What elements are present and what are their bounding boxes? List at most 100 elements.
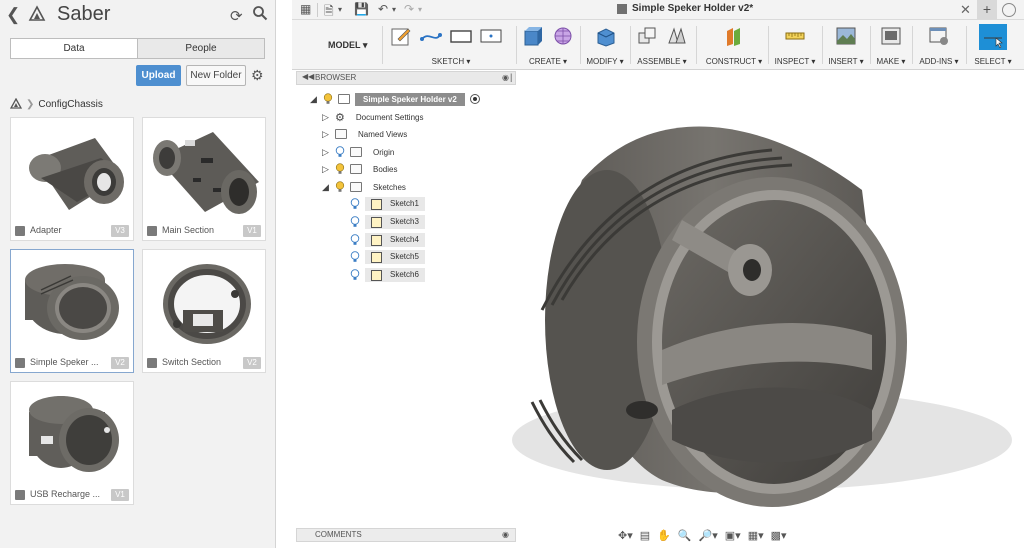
look-at-icon[interactable]: ▤ — [640, 529, 650, 542]
save-icon[interactable]: 💾 — [354, 2, 369, 16]
modify-group[interactable]: MODIFY ▾ — [586, 24, 624, 68]
chevron-down-icon[interactable]: ▾ — [418, 5, 422, 14]
comments-bar[interactable]: COMMENTS ◉ — [296, 528, 516, 542]
visibility-bulb-off-icon[interactable] — [350, 251, 360, 263]
file-card-adapter[interactable]: Adapter V3 — [10, 117, 134, 241]
browser-header[interactable]: ◀◀ BROWSER ◉ | — [296, 71, 516, 85]
joint-icon[interactable] — [664, 24, 690, 48]
grid-settings-icon[interactable]: ▦▾ — [748, 529, 764, 542]
tree-root[interactable]: ◢ Simple Speker Holder v2 — [310, 91, 480, 107]
make-group[interactable]: MAKE ▾ — [874, 24, 908, 68]
tree-item-named-views[interactable]: ▷ Named Views — [322, 126, 407, 142]
sketch-dimension-icon[interactable] — [478, 24, 504, 48]
form-icon[interactable] — [550, 24, 576, 48]
folder-icon — [335, 129, 347, 139]
expanded-arrow-icon[interactable]: ◢ — [310, 94, 318, 105]
3d-model-viewport[interactable] — [432, 110, 1012, 520]
pin-icon[interactable]: ◉ — [502, 530, 509, 539]
visibility-bulb-off-icon[interactable] — [350, 216, 360, 228]
insert-group[interactable]: INSERT ▾ — [826, 24, 866, 68]
minimize-icon[interactable]: | — [510, 72, 512, 82]
gear-icon[interactable]: ⚙ — [251, 67, 264, 84]
tree-item-sketch1[interactable]: Sketch1 — [350, 196, 425, 212]
offset-plane-icon[interactable] — [721, 24, 747, 48]
visibility-bulb-icon[interactable] — [323, 93, 333, 105]
tab-data[interactable]: Data — [11, 39, 137, 58]
search-icon[interactable] — [252, 5, 268, 21]
document-tab-title[interactable]: Simple Speker Holder v2* — [632, 3, 753, 14]
file-card-main-section[interactable]: Main Section V1 — [142, 117, 266, 241]
visibility-bulb-icon[interactable] — [335, 181, 345, 193]
add-ins-group[interactable]: ADD-INS ▾ — [916, 24, 962, 68]
tree-item-sketch6[interactable]: Sketch6 — [350, 267, 425, 283]
workspace-switcher[interactable]: MODEL ▾ — [328, 40, 367, 51]
press-pull-icon[interactable] — [592, 24, 618, 48]
upload-button[interactable]: Upload — [136, 65, 181, 86]
new-folder-button[interactable]: New Folder — [186, 65, 246, 86]
tab-people[interactable]: People — [137, 39, 264, 58]
visibility-bulb-off-icon[interactable] — [350, 269, 360, 281]
extrude-icon[interactable] — [520, 24, 546, 48]
fit-icon[interactable]: 🔎▾ — [699, 529, 718, 542]
visibility-bulb-icon[interactable] — [335, 163, 345, 175]
chevron-down-icon[interactable]: ▾ — [392, 5, 396, 14]
data-panel-tabs: Data People — [10, 38, 265, 59]
pan-icon[interactable]: ✋ — [657, 529, 671, 542]
undo-icon[interactable]: ↶ — [378, 2, 388, 16]
close-icon[interactable]: ✕ — [960, 2, 971, 18]
zoom-icon[interactable]: 🔍 — [678, 529, 692, 542]
user-avatar-icon[interactable] — [1002, 3, 1016, 17]
3d-print-icon[interactable] — [878, 24, 904, 48]
orbit-icon[interactable]: ✥▾ — [618, 529, 633, 542]
file-card-switch-section[interactable]: Switch Section V2 — [142, 249, 266, 373]
visibility-bulb-off-icon[interactable] — [350, 198, 360, 210]
inspect-group[interactable]: INSPECT ▾ — [772, 24, 818, 68]
expand-arrow-icon[interactable]: ▷ — [322, 164, 330, 175]
collapse-arrow-icon[interactable]: ◀◀ — [302, 72, 314, 81]
redo-icon[interactable]: ↷ — [404, 2, 414, 16]
refresh-icon[interactable]: ⟳ — [230, 7, 243, 25]
new-tab-icon[interactable]: + — [977, 0, 997, 19]
new-component-icon[interactable] — [634, 24, 660, 48]
line-tool-icon[interactable] — [418, 24, 444, 48]
modify-tools — [586, 24, 624, 50]
file-card-usb-recharge[interactable]: USB Recharge ... V1 — [10, 381, 134, 505]
rectangle-tool-icon[interactable] — [448, 24, 474, 48]
insert-image-icon[interactable] — [833, 24, 859, 48]
tree-item-sketch3[interactable]: Sketch3 — [350, 214, 425, 230]
visibility-bulb-off-icon[interactable] — [350, 234, 360, 246]
visibility-bulb-off-icon[interactable] — [335, 146, 345, 158]
tree-item-sketch5[interactable]: Sketch5 — [350, 249, 425, 265]
project-icon[interactable] — [10, 98, 22, 110]
select-group[interactable]: SELECT ▾ — [970, 24, 1016, 68]
pin-icon[interactable]: ◉ — [502, 73, 509, 82]
create-sketch-icon[interactable] — [388, 24, 414, 48]
measure-icon[interactable] — [782, 24, 808, 48]
viewports-icon[interactable]: ▩▾ — [771, 529, 787, 542]
expand-arrow-icon[interactable]: ▷ — [322, 147, 330, 158]
create-group[interactable]: CREATE ▾ — [520, 24, 576, 68]
sketch-group[interactable]: SKETCH ▾ — [388, 24, 514, 68]
expand-arrow-icon[interactable]: ▷ — [322, 112, 330, 123]
construct-group[interactable]: CONSTRUCT ▾ — [704, 24, 764, 68]
activate-radio-icon[interactable] — [469, 94, 480, 104]
chevron-down-icon[interactable]: ▾ — [338, 5, 342, 14]
tree-item-origin[interactable]: ▷ Origin — [322, 144, 394, 160]
back-icon[interactable]: ❮ — [6, 5, 20, 25]
tree-item-document-settings[interactable]: ▷ ⚙ Document Settings — [322, 109, 423, 125]
root-component-label[interactable]: Simple Speker Holder v2 — [355, 92, 465, 106]
tree-item-sketch4[interactable]: Sketch4 — [350, 232, 425, 248]
inspect-menu-label: INSPECT ▾ — [774, 57, 816, 66]
assemble-group[interactable]: ASSEMBLE ▾ — [634, 24, 690, 68]
expanded-arrow-icon[interactable]: ◢ — [322, 182, 330, 193]
breadcrumb-folder[interactable]: ConfigChassis — [38, 99, 102, 110]
app-grid-icon[interactable]: ▦ — [300, 2, 311, 16]
scripts-addins-icon[interactable] — [926, 24, 952, 48]
tree-item-bodies[interactable]: ▷ Bodies — [322, 161, 397, 177]
expand-arrow-icon[interactable]: ▷ — [322, 129, 330, 140]
display-settings-icon[interactable]: ▣▾ — [725, 529, 741, 542]
file-card-simple-speker[interactable]: Simple Speker ... V2 — [10, 249, 134, 373]
tree-item-sketches[interactable]: ◢ Sketches — [322, 179, 406, 195]
select-icon[interactable] — [979, 24, 1007, 50]
switch-section-thumbnail — [163, 264, 251, 344]
